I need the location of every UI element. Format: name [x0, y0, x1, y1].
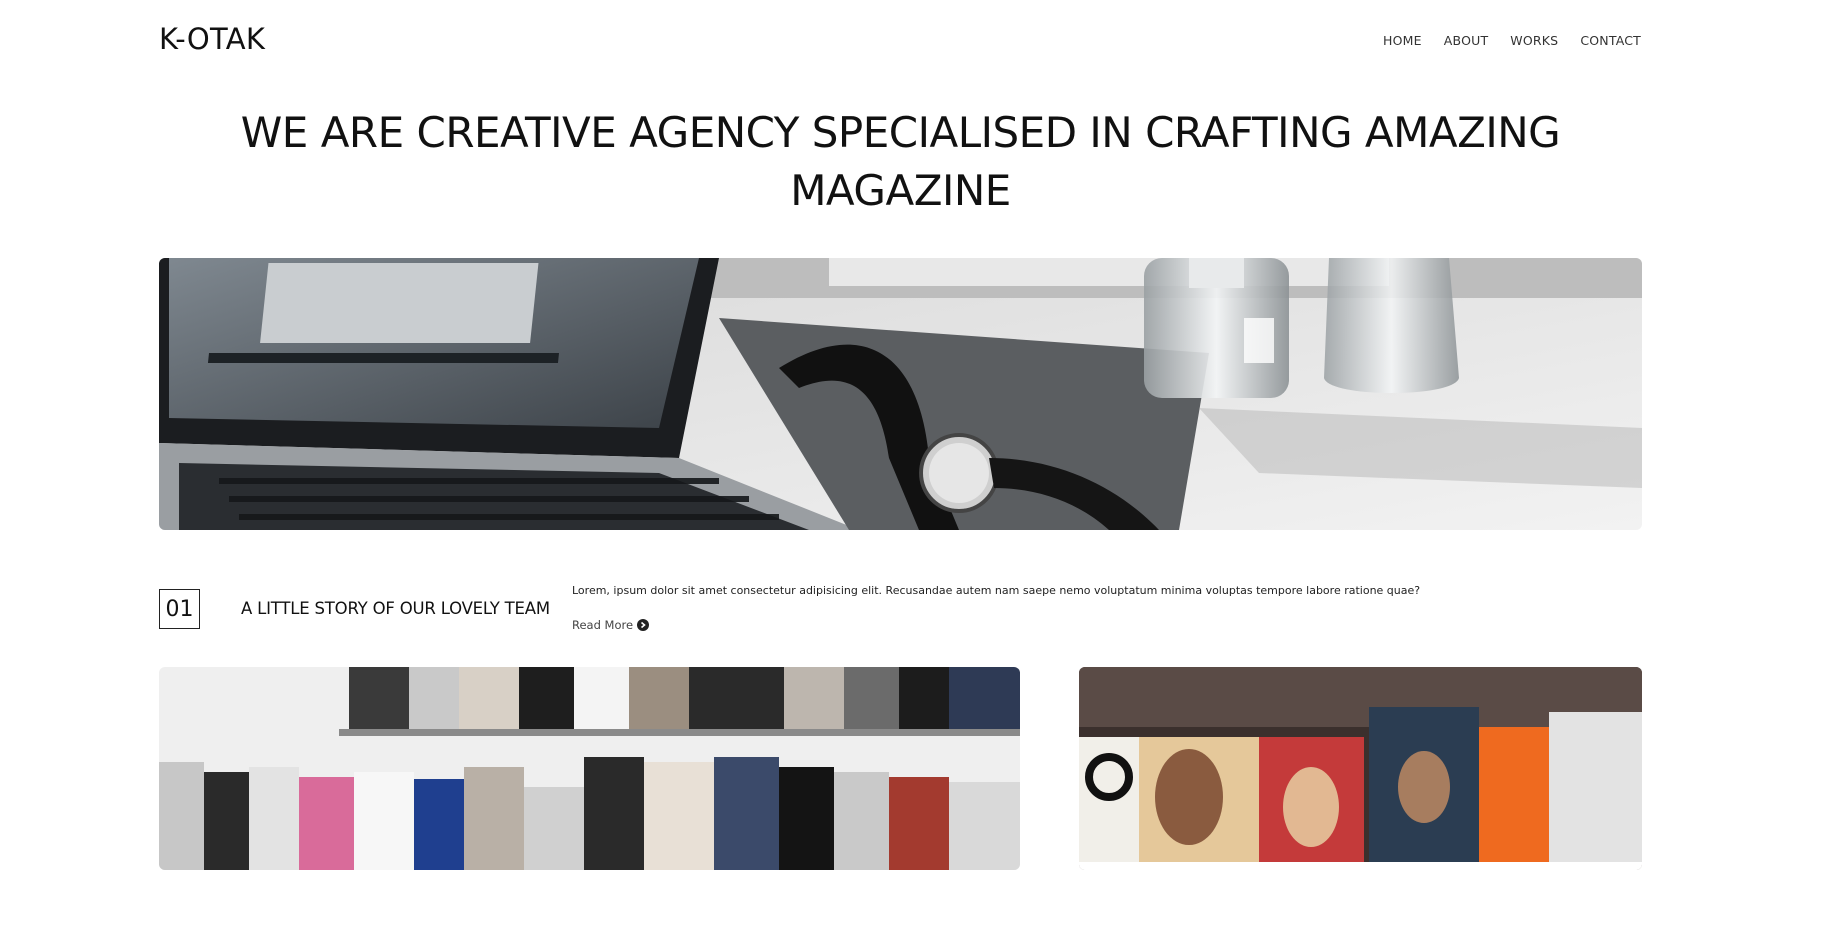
- soccer-magazines-image: [1079, 667, 1642, 870]
- chevron-glyph: [641, 621, 646, 629]
- story-text: Lorem, ipsum dolor sit amet consectetur …: [572, 584, 1421, 597]
- main-nav: HOME ABOUT WORKS CONTACT: [1383, 33, 1641, 48]
- magazine-rack-graphic: [159, 667, 1020, 870]
- read-more-label: Read More: [572, 618, 634, 632]
- chevron-circle-right-icon: [637, 619, 650, 631]
- magazine-rack-image: [159, 667, 1020, 870]
- site-logo[interactable]: K-OTAK: [159, 22, 265, 56]
- nav-home[interactable]: HOME: [1383, 33, 1422, 48]
- page: K-OTAK HOME ABOUT WORKS CONTACT WE ARE C…: [0, 0, 1821, 929]
- story-number: 01: [159, 589, 200, 629]
- hero-image: [159, 258, 1642, 530]
- nav-about[interactable]: ABOUT: [1444, 33, 1489, 48]
- hero-title: WE ARE CREATIVE AGENCY SPECIALISED IN CR…: [240, 108, 1561, 215]
- hero-image-graphic: [159, 258, 1642, 530]
- nav-works[interactable]: WORKS: [1510, 33, 1558, 48]
- nav-contact[interactable]: CONTACT: [1580, 33, 1641, 48]
- soccer-magazines-graphic: [1079, 667, 1642, 870]
- story-title: A LITTLE STORY OF OUR LOVELY TEAM: [241, 599, 550, 618]
- read-more-link[interactable]: Read More: [572, 618, 650, 632]
